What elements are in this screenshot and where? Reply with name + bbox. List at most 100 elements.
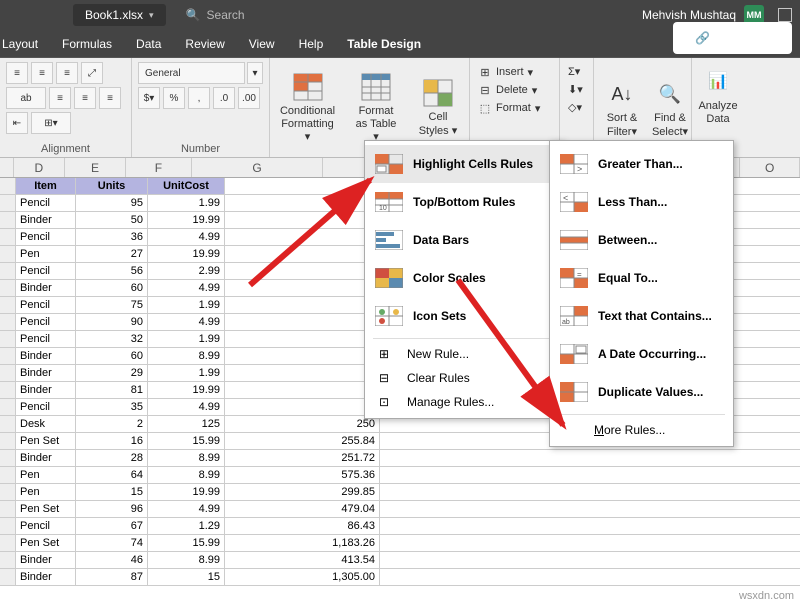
menu-clear-rules[interactable]: ⊟Clear Rules› <box>365 366 563 390</box>
menu-icon-sets[interactable]: Icon Sets› <box>365 297 563 335</box>
menu-more-rules[interactable]: More Rules... <box>550 418 733 442</box>
clear-rules-icon: ⊟ <box>379 371 397 385</box>
percent-button[interactable]: % <box>163 87 185 109</box>
menu-equal-to[interactable]: =Equal To... <box>550 259 733 297</box>
username[interactable]: Mehvish Mushtaq <box>642 8 736 22</box>
group-alignment-label: Alignment <box>6 141 125 155</box>
menu-duplicate-values[interactable]: Duplicate Values... <box>550 373 733 411</box>
align-right-button[interactable]: ≡ <box>99 87 121 109</box>
tab-view[interactable]: View <box>237 31 287 57</box>
col-o[interactable]: O <box>740 158 800 177</box>
analyze-data-button[interactable]: 📊 Analyze Data <box>698 62 738 130</box>
menu-text-contains[interactable]: abText that Contains... <box>550 297 733 335</box>
tab-table-design[interactable]: Table Design <box>335 31 433 57</box>
watermark: wsxdn.com <box>739 590 794 602</box>
share-icon: 🔗 <box>683 25 722 51</box>
col-e[interactable]: E <box>65 158 126 177</box>
new-rule-icon: ⊞ <box>379 347 397 361</box>
fill-button[interactable]: ⬇▾ <box>566 82 587 97</box>
filename-display[interactable]: Book1.xlsx ▾ <box>73 4 166 26</box>
search-icon: 🔍 <box>186 8 201 22</box>
col-g[interactable]: G <box>192 158 324 177</box>
conditional-formatting-menu: Highlight Cells Rules› 10 Top/Bottom Rul… <box>364 140 564 419</box>
clear-button[interactable]: ◇▾ <box>566 100 587 115</box>
icon-sets-icon <box>375 305 403 327</box>
table-row[interactable]: Pen1519.99299.85 <box>0 484 800 501</box>
search-box[interactable]: 🔍 <box>186 8 327 22</box>
delete-icon: ⊟ <box>478 83 492 97</box>
table-row[interactable]: Binder87151,305.00 <box>0 569 800 586</box>
align-center-button[interactable]: ≡ <box>74 87 96 109</box>
table-row[interactable]: Pen Set7415.991,183.26 <box>0 535 800 552</box>
indent-dec-button[interactable]: ⇤ <box>6 112 28 134</box>
insert-icon: ⊞ <box>478 65 492 79</box>
table-row[interactable]: Binder288.99251.72 <box>0 450 800 467</box>
align-middle-button[interactable]: ≡ <box>31 62 53 84</box>
tab-formulas[interactable]: Formulas <box>50 31 124 57</box>
tab-data[interactable]: Data <box>124 31 173 57</box>
color-scales-icon <box>375 267 403 289</box>
align-bottom-button[interactable]: ≡ <box>56 62 78 84</box>
wrap-text-button[interactable]: ab <box>6 87 46 109</box>
align-left-button[interactable]: ≡ <box>49 87 71 109</box>
manage-rules-icon: ⊡ <box>379 395 397 409</box>
merge-button[interactable]: ⊞▾ <box>31 112 71 134</box>
chevron-down-icon: ▾ <box>149 10 154 21</box>
menu-top-bottom-rules[interactable]: 10 Top/Bottom Rules› <box>365 183 563 221</box>
autosum-button[interactable]: Σ▾ <box>566 64 587 79</box>
sort-filter-icon: A↓ <box>606 78 638 110</box>
analyze-icon: 📊 <box>702 66 734 98</box>
currency-button[interactable]: $▾ <box>138 87 160 109</box>
col-f[interactable]: F <box>126 158 192 177</box>
tab-layout[interactable]: Layout <box>0 31 50 57</box>
table-row[interactable]: Binder468.99413.54 <box>0 552 800 569</box>
svg-text:10: 10 <box>379 205 387 212</box>
comma-button[interactable]: , <box>188 87 210 109</box>
top-bottom-icon: 10 <box>375 191 403 213</box>
menu-greater-than[interactable]: >Greater Than... <box>550 145 733 183</box>
format-button[interactable]: ⬚Format ▾ <box>476 100 553 116</box>
menu-date-occurring[interactable]: A Date Occurring... <box>550 335 733 373</box>
between-icon <box>560 229 588 251</box>
tab-help[interactable]: Help <box>287 31 336 57</box>
find-icon: 🔍 <box>654 78 686 110</box>
number-format-chevron[interactable]: ▾ <box>247 62 263 84</box>
greater-than-icon: > <box>560 153 588 175</box>
table-row[interactable]: Pen648.99575.36 <box>0 467 800 484</box>
col-d[interactable]: D <box>14 158 65 177</box>
menu-new-rule[interactable]: ⊞NNew Rule...ew Rule... <box>365 342 563 366</box>
svg-text:ab: ab <box>562 319 570 326</box>
menu-between[interactable]: Between... <box>550 221 733 259</box>
window-mode-icon[interactable] <box>778 8 792 22</box>
share-button[interactable]: 🔗Share <box>673 22 792 54</box>
decrease-decimal-button[interactable]: .00 <box>238 87 260 109</box>
align-top-button[interactable]: ≡ <box>6 62 28 84</box>
menu-highlight-cells-rules[interactable]: Highlight Cells Rules› <box>365 145 563 183</box>
text-contains-icon: ab <box>560 305 588 327</box>
conditional-formatting-icon <box>292 71 324 103</box>
tab-review[interactable]: Review <box>173 31 236 57</box>
equal-to-icon: = <box>560 267 588 289</box>
menu-less-than[interactable]: <Less Than... <box>550 183 733 221</box>
table-row[interactable]: Pen Set964.99479.04 <box>0 501 800 518</box>
ribbon-tabs: Layout Formulas Data Review View Help Ta… <box>0 30 800 58</box>
menu-color-scales[interactable]: Color Scales› <box>365 259 563 297</box>
number-format-select[interactable]: General <box>138 62 245 84</box>
insert-button[interactable]: ⊞Insert ▾ <box>476 64 553 80</box>
cell-styles-icon <box>422 77 454 109</box>
increase-decimal-button[interactable]: .0 <box>213 87 235 109</box>
orientation-button[interactable]: ⤢ <box>81 62 103 84</box>
highlight-cells-icon <box>375 153 403 175</box>
date-occurring-icon <box>560 343 588 365</box>
search-input[interactable] <box>207 8 327 22</box>
delete-button[interactable]: ⊟Delete ▾ <box>476 82 553 98</box>
data-bars-icon <box>375 229 403 251</box>
format-as-table-icon <box>360 71 392 103</box>
highlight-cells-submenu: >Greater Than... <Less Than... Between..… <box>549 140 734 447</box>
conditional-formatting-button[interactable]: Conditional Formatting ▾ <box>272 62 343 153</box>
format-icon: ⬚ <box>478 101 492 115</box>
menu-manage-rules[interactable]: ⊡Manage Rules... <box>365 390 563 414</box>
svg-text:<: < <box>563 193 568 203</box>
menu-data-bars[interactable]: Data Bars› <box>365 221 563 259</box>
table-row[interactable]: Pencil671.2986.43 <box>0 518 800 535</box>
